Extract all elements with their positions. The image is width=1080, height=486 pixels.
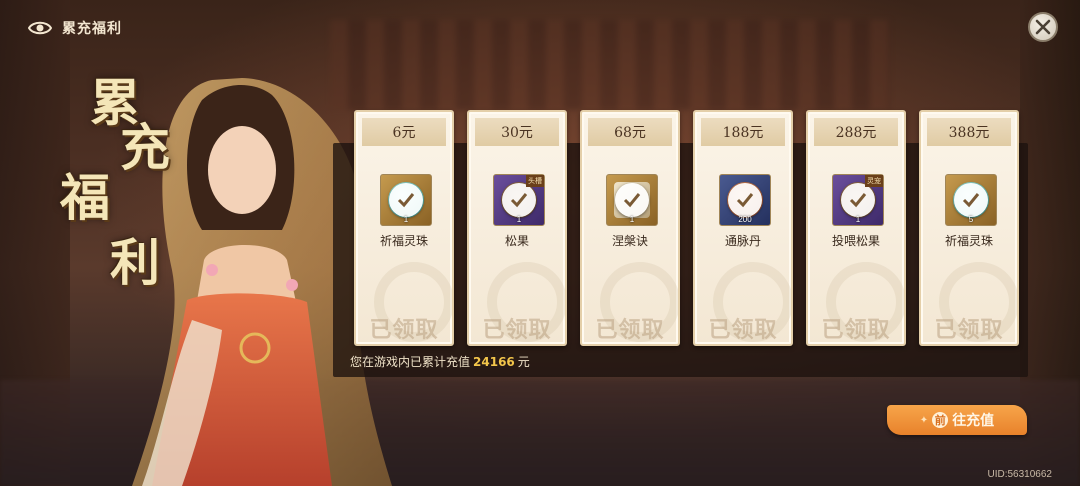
banner-title-char: 充	[120, 118, 170, 177]
background-door	[330, 20, 890, 110]
banner-title-char: 福	[60, 168, 110, 227]
user-id: UID:56310662	[987, 469, 1053, 480]
recharge-amount: 24166	[473, 355, 515, 369]
item-tag: 灵宠	[865, 175, 883, 187]
claimed-status: 已领取	[821, 318, 891, 343]
page-title: 累充福利	[62, 20, 122, 36]
checkmark-icon	[615, 183, 649, 217]
sparkle-icon: ✦	[919, 414, 929, 426]
checkmark-icon	[841, 183, 875, 217]
card-price: 288元	[814, 118, 898, 146]
item-slot[interactable]: 头槽 1	[493, 174, 545, 226]
reward-card[interactable]: 388元 5 祈福灵珠 已领取	[919, 110, 1019, 346]
card-price: 388元	[927, 118, 1011, 146]
banner-title: 累 充 福 利	[50, 78, 200, 308]
claimed-status: 已领取	[482, 318, 552, 343]
item-quantity: 1	[855, 215, 861, 224]
item-slot[interactable]: 1	[606, 174, 658, 226]
card-price: 30元	[475, 118, 559, 146]
reward-card-list: 6元 1 祈福灵珠 已领取 30元 头槽 1 松果 已领取 68元 1 涅槃诀 …	[354, 110, 1019, 346]
go-recharge-label: 往充值	[952, 413, 995, 429]
item-quantity: 1	[629, 215, 635, 224]
reward-card[interactable]: 6元 1 祈福灵珠 已领取	[354, 110, 454, 346]
checkmark-icon	[954, 183, 988, 217]
item-slot[interactable]: 1	[380, 174, 432, 226]
reward-card[interactable]: 68元 1 涅槃诀 已领取	[580, 110, 680, 346]
card-price: 68元	[588, 118, 672, 146]
item-slot[interactable]: 灵宠 1	[832, 174, 884, 226]
recharge-unit: 元	[517, 355, 530, 369]
recharge-summary: 您在游戏内已累计充值 24166 元	[350, 353, 530, 370]
item-name: 祈福灵珠	[379, 234, 428, 248]
claimed-status: 已领取	[934, 318, 1004, 343]
button-bullet: 前	[932, 412, 949, 428]
banner-title-char: 利	[110, 233, 160, 292]
item-name: 通脉丹	[724, 234, 761, 248]
item-name: 涅槃诀	[611, 234, 648, 248]
checkmark-icon	[389, 183, 423, 217]
claimed-status: 已领取	[708, 318, 778, 343]
item-quantity: 200	[738, 215, 752, 224]
top-bar: 累充福利	[28, 14, 122, 42]
close-button[interactable]	[1028, 12, 1058, 42]
checkmark-icon	[502, 183, 536, 217]
item-quantity: 1	[403, 215, 409, 224]
item-quantity: 5	[968, 215, 974, 224]
claimed-status: 已领取	[595, 318, 665, 343]
close-icon	[1035, 19, 1051, 35]
reward-card[interactable]: 188元 200 通脉丹 已领取	[693, 110, 793, 346]
item-name: 松果	[504, 234, 529, 248]
item-name: 祈福灵珠	[944, 234, 993, 248]
item-quantity: 1	[516, 215, 522, 224]
go-recharge-button[interactable]: ✦ 前 往充值	[887, 405, 1027, 435]
eye-icon[interactable]	[28, 20, 52, 36]
reward-card[interactable]: 288元 灵宠 1 投喂松果 已领取	[806, 110, 906, 346]
card-price: 6元	[362, 118, 446, 146]
card-price: 188元	[701, 118, 785, 146]
item-tag: 头槽	[526, 175, 544, 187]
item-slot[interactable]: 200	[719, 174, 771, 226]
reward-card[interactable]: 30元 头槽 1 松果 已领取	[467, 110, 567, 346]
item-slot[interactable]: 5	[945, 174, 997, 226]
claimed-status: 已领取	[369, 318, 439, 343]
recharge-summary-text: 您在游戏内已累计充值	[350, 355, 471, 369]
checkmark-icon	[728, 183, 762, 217]
item-name: 投喂松果	[831, 234, 880, 248]
